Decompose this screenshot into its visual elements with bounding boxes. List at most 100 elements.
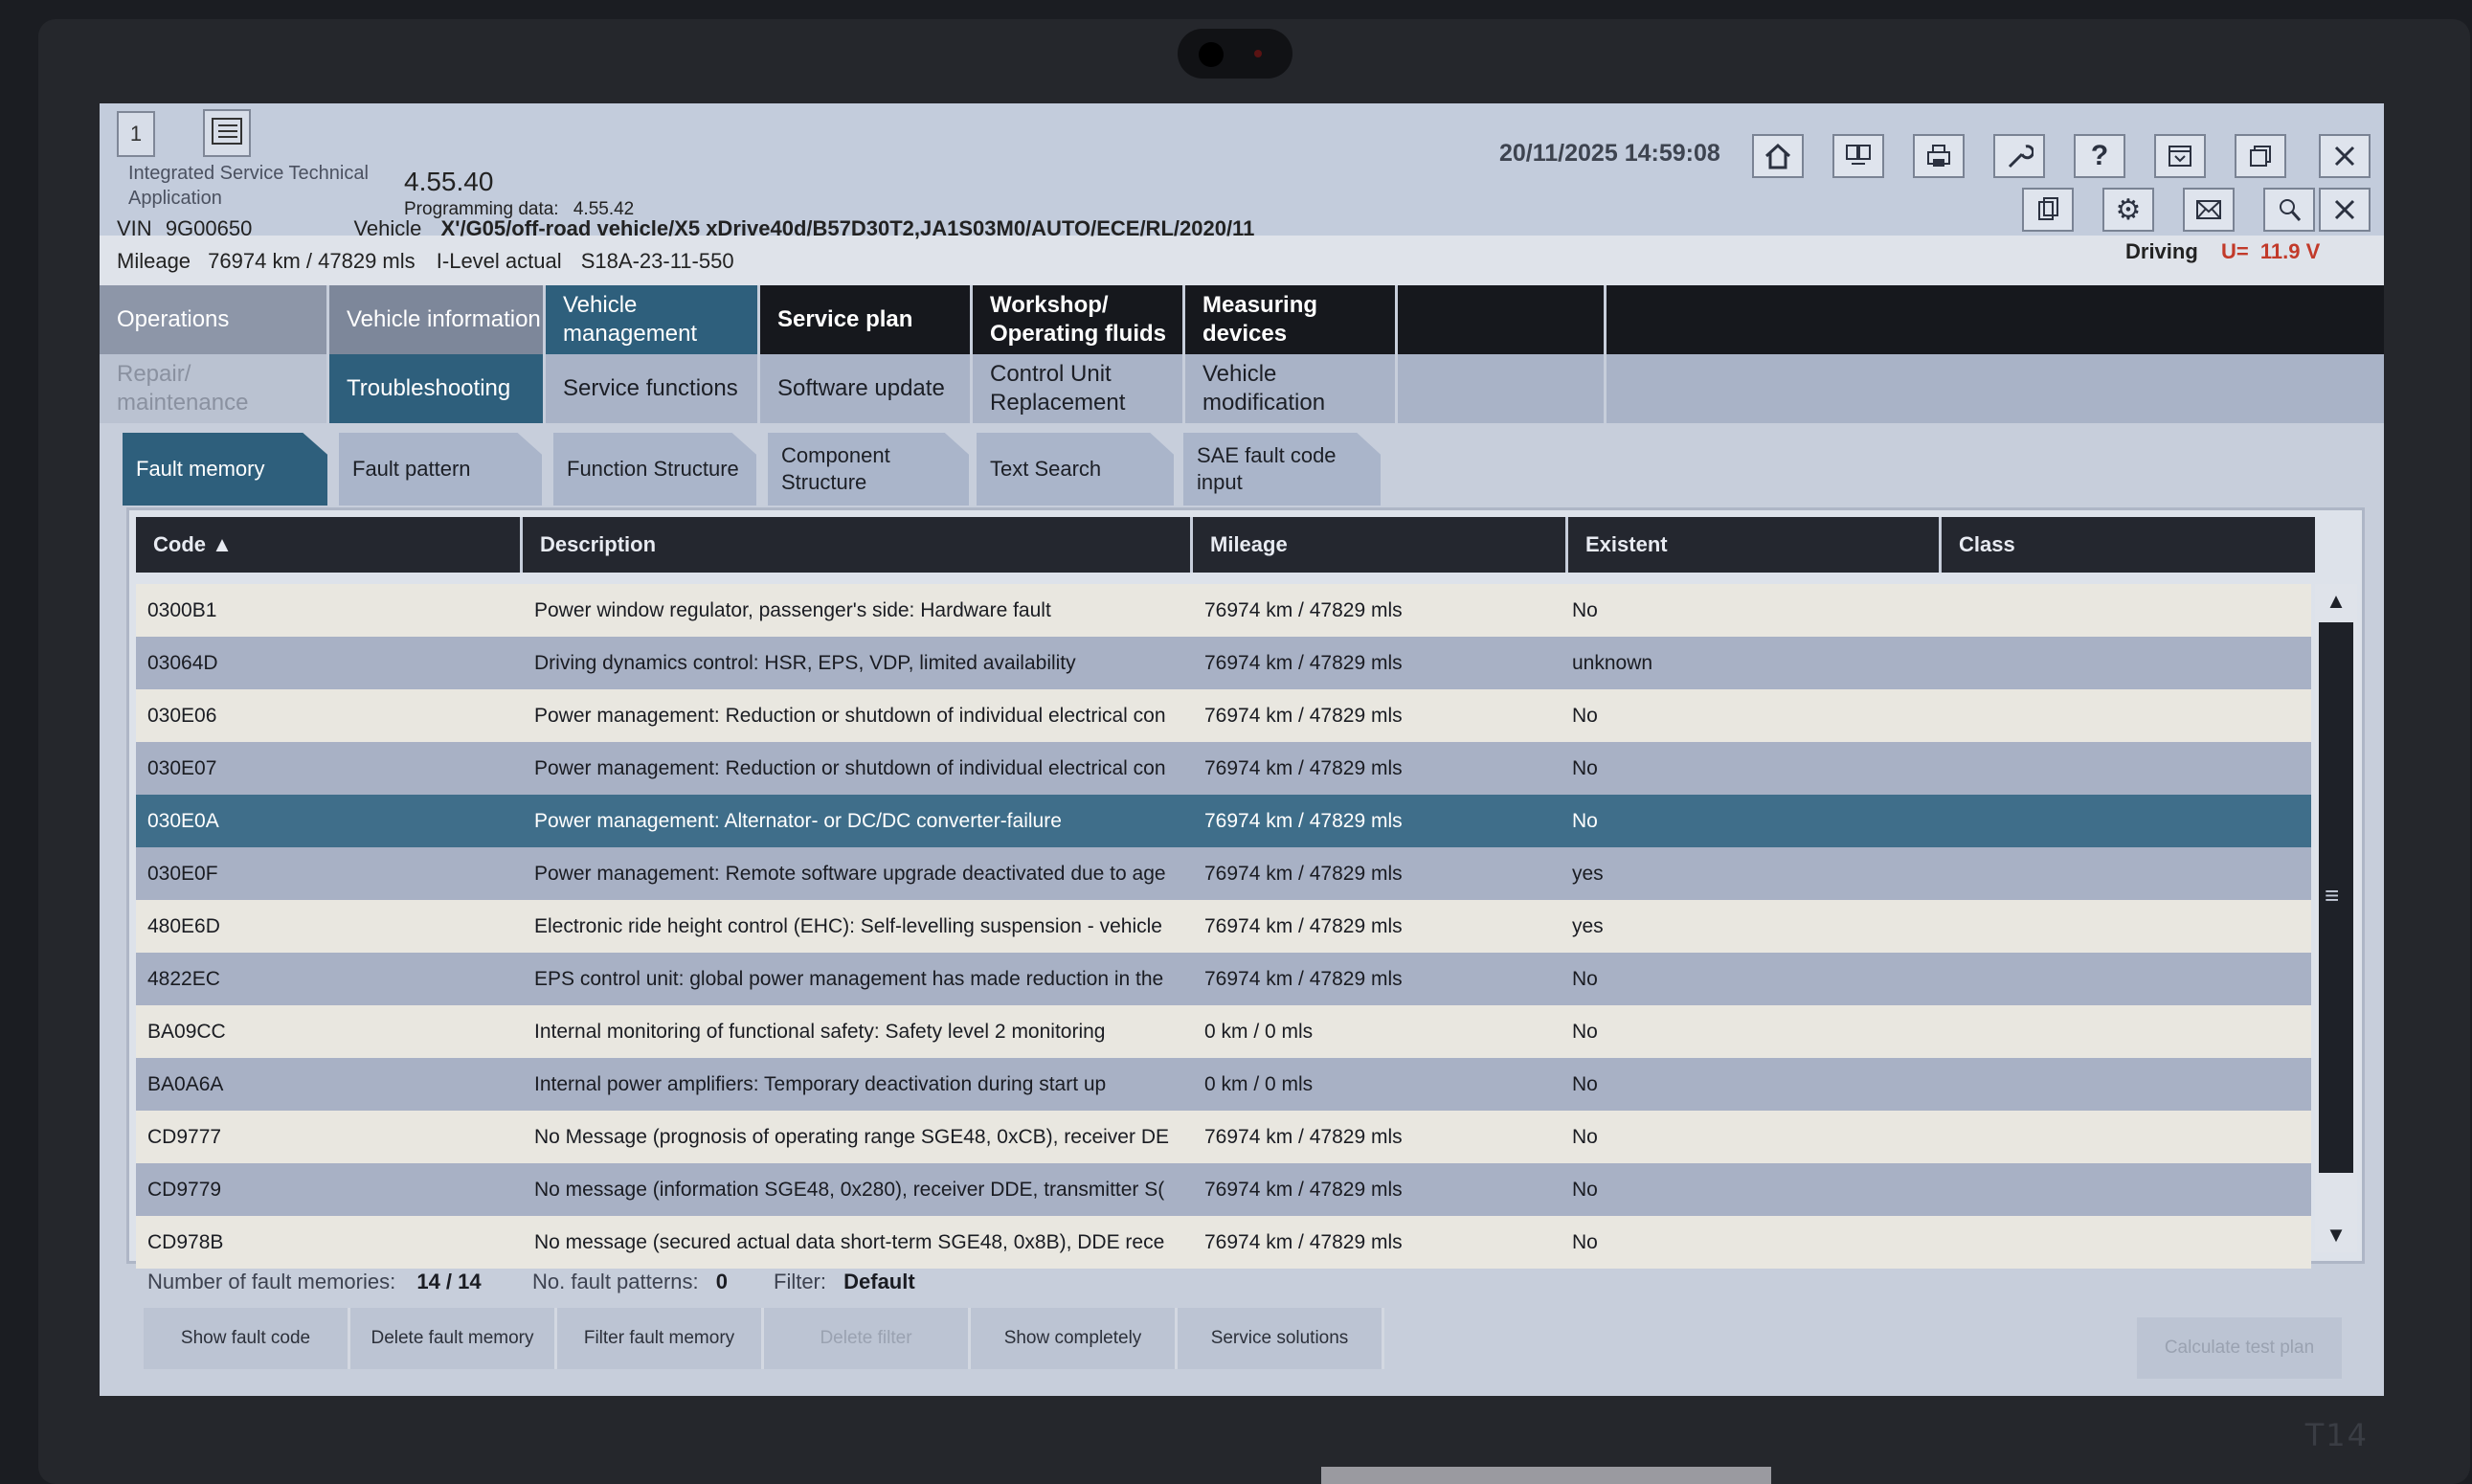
scroll-down-icon[interactable]: ▼ — [2315, 1218, 2357, 1252]
show-fault-code-button[interactable]: Show fault code — [144, 1308, 350, 1369]
calculate-test-plan-button[interactable]: Calculate test plan — [2137, 1317, 2342, 1379]
home-icon — [1764, 143, 1791, 169]
fault-existent: No — [1572, 756, 1598, 779]
tab-operations[interactable]: Operations — [100, 285, 329, 354]
list-view-button[interactable] — [203, 109, 251, 157]
table-row[interactable]: 030E0F Power management: Remote software … — [136, 847, 2311, 900]
app-version: 4.55.40 — [404, 167, 494, 196]
column-header-existent[interactable]: Existent — [1568, 517, 1942, 573]
print-button[interactable] — [1913, 134, 1965, 178]
show-completely-button[interactable]: Show completely — [971, 1308, 1178, 1369]
air-button[interactable] — [2263, 188, 2315, 232]
fault-existent: No — [1572, 704, 1598, 727]
tab-repair-maintenance[interactable]: Repair/ maintenance — [100, 354, 329, 423]
subtab-fault-memory[interactable]: Fault memory — [123, 433, 327, 506]
tab-vehicle-modification[interactable]: Vehicle modification — [1185, 354, 1398, 423]
fault-existent: unknown — [1572, 651, 1653, 674]
tab-measuring-devices[interactable]: Measuring devices — [1185, 285, 1398, 354]
mail-icon — [2196, 200, 2221, 219]
fault-existent: No — [1572, 1230, 1598, 1253]
subtab-component-structure[interactable]: Component Structure — [768, 433, 969, 506]
delete-fault-memory-button[interactable]: Delete fault memory — [350, 1308, 557, 1369]
subtab-fault-pattern[interactable]: Fault pattern — [339, 433, 542, 506]
fault-mileage: 76974 km / 47829 mls — [1204, 967, 1403, 990]
table-row[interactable]: 480E6D Electronic ride height control (EH… — [136, 900, 2311, 953]
fault-code: CD9779 — [147, 1178, 222, 1201]
close-window-button[interactable] — [2319, 134, 2371, 178]
tab-vehicle-information[interactable]: Vehicle information — [329, 285, 546, 354]
fault-description: Power management: Reduction or shutdown … — [534, 704, 1166, 727]
home-button[interactable] — [1752, 134, 1804, 178]
fault-existent: No — [1572, 1020, 1598, 1043]
service-solutions-button[interactable]: Service solutions — [1178, 1308, 1384, 1369]
app-name: Integrated Service Technical Application — [128, 163, 369, 209]
fault-existent: yes — [1572, 862, 1604, 885]
tab-workshop-operating-fluids[interactable]: Workshop/ Operating fluids — [973, 285, 1185, 354]
column-header-mileage[interactable]: Mileage — [1193, 517, 1568, 573]
column-header-class[interactable]: Class — [1942, 517, 2315, 573]
screens-button[interactable] — [1832, 134, 1884, 178]
webcam-lens — [1199, 42, 1224, 67]
fault-code: 030E0F — [147, 862, 218, 885]
document-button[interactable] — [2022, 188, 2074, 232]
window-number-button[interactable]: 1 — [117, 111, 155, 157]
minimize-button[interactable] — [2154, 134, 2206, 178]
table-row[interactable]: BA09CC Internal monitoring of functional … — [136, 1005, 2311, 1058]
subtab-text-search[interactable]: Text Search — [977, 433, 1174, 506]
fault-pattern-count: No. fault patterns: 0 — [532, 1270, 729, 1293]
table-row[interactable]: 03064D Driving dynamics control: HSR, EPS… — [136, 637, 2311, 689]
messages-button[interactable] — [2183, 188, 2235, 232]
datetime: 20/11/2025 14:59:08 — [1499, 140, 1720, 167]
subtab-sae-fault-code-input[interactable]: SAE fault code input — [1183, 433, 1381, 506]
tab-troubleshooting[interactable]: Troubleshooting — [329, 354, 546, 423]
fault-code: 030E07 — [147, 756, 217, 779]
table-row[interactable]: CD9777 No Message (prognosis of operating… — [136, 1111, 2311, 1163]
subtab-function-structure[interactable]: Function Structure — [553, 433, 756, 506]
fault-description: Power management: Reduction or shutdown … — [534, 756, 1166, 779]
fault-code: 480E6D — [147, 914, 220, 937]
tab-service-functions[interactable]: Service functions — [546, 354, 760, 423]
vertical-scrollbar[interactable]: ▲ ≡ ▼ — [2315, 584, 2357, 1252]
fault-description: Driving dynamics control: HSR, EPS, VDP,… — [534, 651, 1076, 674]
table-row[interactable]: 030E0A Power management: Alternator- or D… — [136, 795, 2311, 847]
vin-value: 9G00650 — [165, 216, 253, 240]
fault-description: Power management: Alternator- or DC/DC c… — [534, 809, 1062, 832]
fault-existent: No — [1572, 967, 1598, 990]
tab-control-unit-replacement[interactable]: Control Unit Replacement — [973, 354, 1185, 423]
fault-description: Electronic ride height control (EHC): Se… — [534, 914, 1162, 937]
scroll-up-icon[interactable]: ▲ — [2315, 584, 2357, 618]
fault-code: CD9777 — [147, 1125, 222, 1148]
close-session-button[interactable] — [2319, 188, 2371, 232]
fault-mileage: 76974 km / 47829 mls — [1204, 914, 1403, 937]
list-icon — [212, 118, 242, 145]
fault-mileage: 76974 km / 47829 mls — [1204, 1178, 1403, 1201]
delete-filter-button[interactable]: Delete filter — [764, 1308, 971, 1369]
table-row[interactable]: BA0A6A Internal power amplifiers: Tempora… — [136, 1058, 2311, 1111]
table-row[interactable]: CD978B No message (secured actual data sh… — [136, 1216, 2311, 1269]
fault-description: Internal power amplifiers: Temporary dea… — [534, 1072, 1107, 1095]
help-button[interactable]: ? — [2074, 134, 2125, 178]
filter-fault-memory-button[interactable]: Filter fault memory — [557, 1308, 764, 1369]
fault-code: 030E06 — [147, 704, 217, 727]
restore-button[interactable] — [2235, 134, 2286, 178]
table-row[interactable]: 0300B1 Power window regulator, passenger'… — [136, 584, 2311, 637]
table-row[interactable]: 030E07 Power management: Reduction or shu… — [136, 742, 2311, 795]
fault-existent: No — [1572, 598, 1598, 621]
table-row[interactable]: 030E06 Power management: Reduction or shu… — [136, 689, 2311, 742]
fault-description: Power window regulator, passenger's side… — [534, 598, 1051, 621]
tab-service-plan[interactable]: Service plan — [760, 285, 973, 354]
wrench-icon — [2008, 145, 2034, 169]
fault-mileage: 76974 km / 47829 mls — [1204, 862, 1403, 885]
mileage-value: 76974 km / 47829 mls — [208, 249, 416, 273]
fault-code: 030E0A — [147, 809, 219, 832]
settings-button[interactable]: ⚙ — [2102, 188, 2154, 232]
column-header-description[interactable]: Description — [523, 517, 1193, 573]
tools-button[interactable] — [1993, 134, 2045, 178]
table-row[interactable]: CD9779 No message (information SGE48, 0x2… — [136, 1163, 2311, 1216]
tab-vehicle-management[interactable]: Vehicle management — [546, 285, 760, 354]
tab-software-update[interactable]: Software update — [760, 354, 973, 423]
column-header-code[interactable]: Code ▲ — [136, 517, 523, 573]
dropdown-icon — [2169, 146, 2191, 167]
table-row[interactable]: 4822EC EPS control unit: global power man… — [136, 953, 2311, 1005]
help-icon: ? — [2090, 140, 2109, 171]
